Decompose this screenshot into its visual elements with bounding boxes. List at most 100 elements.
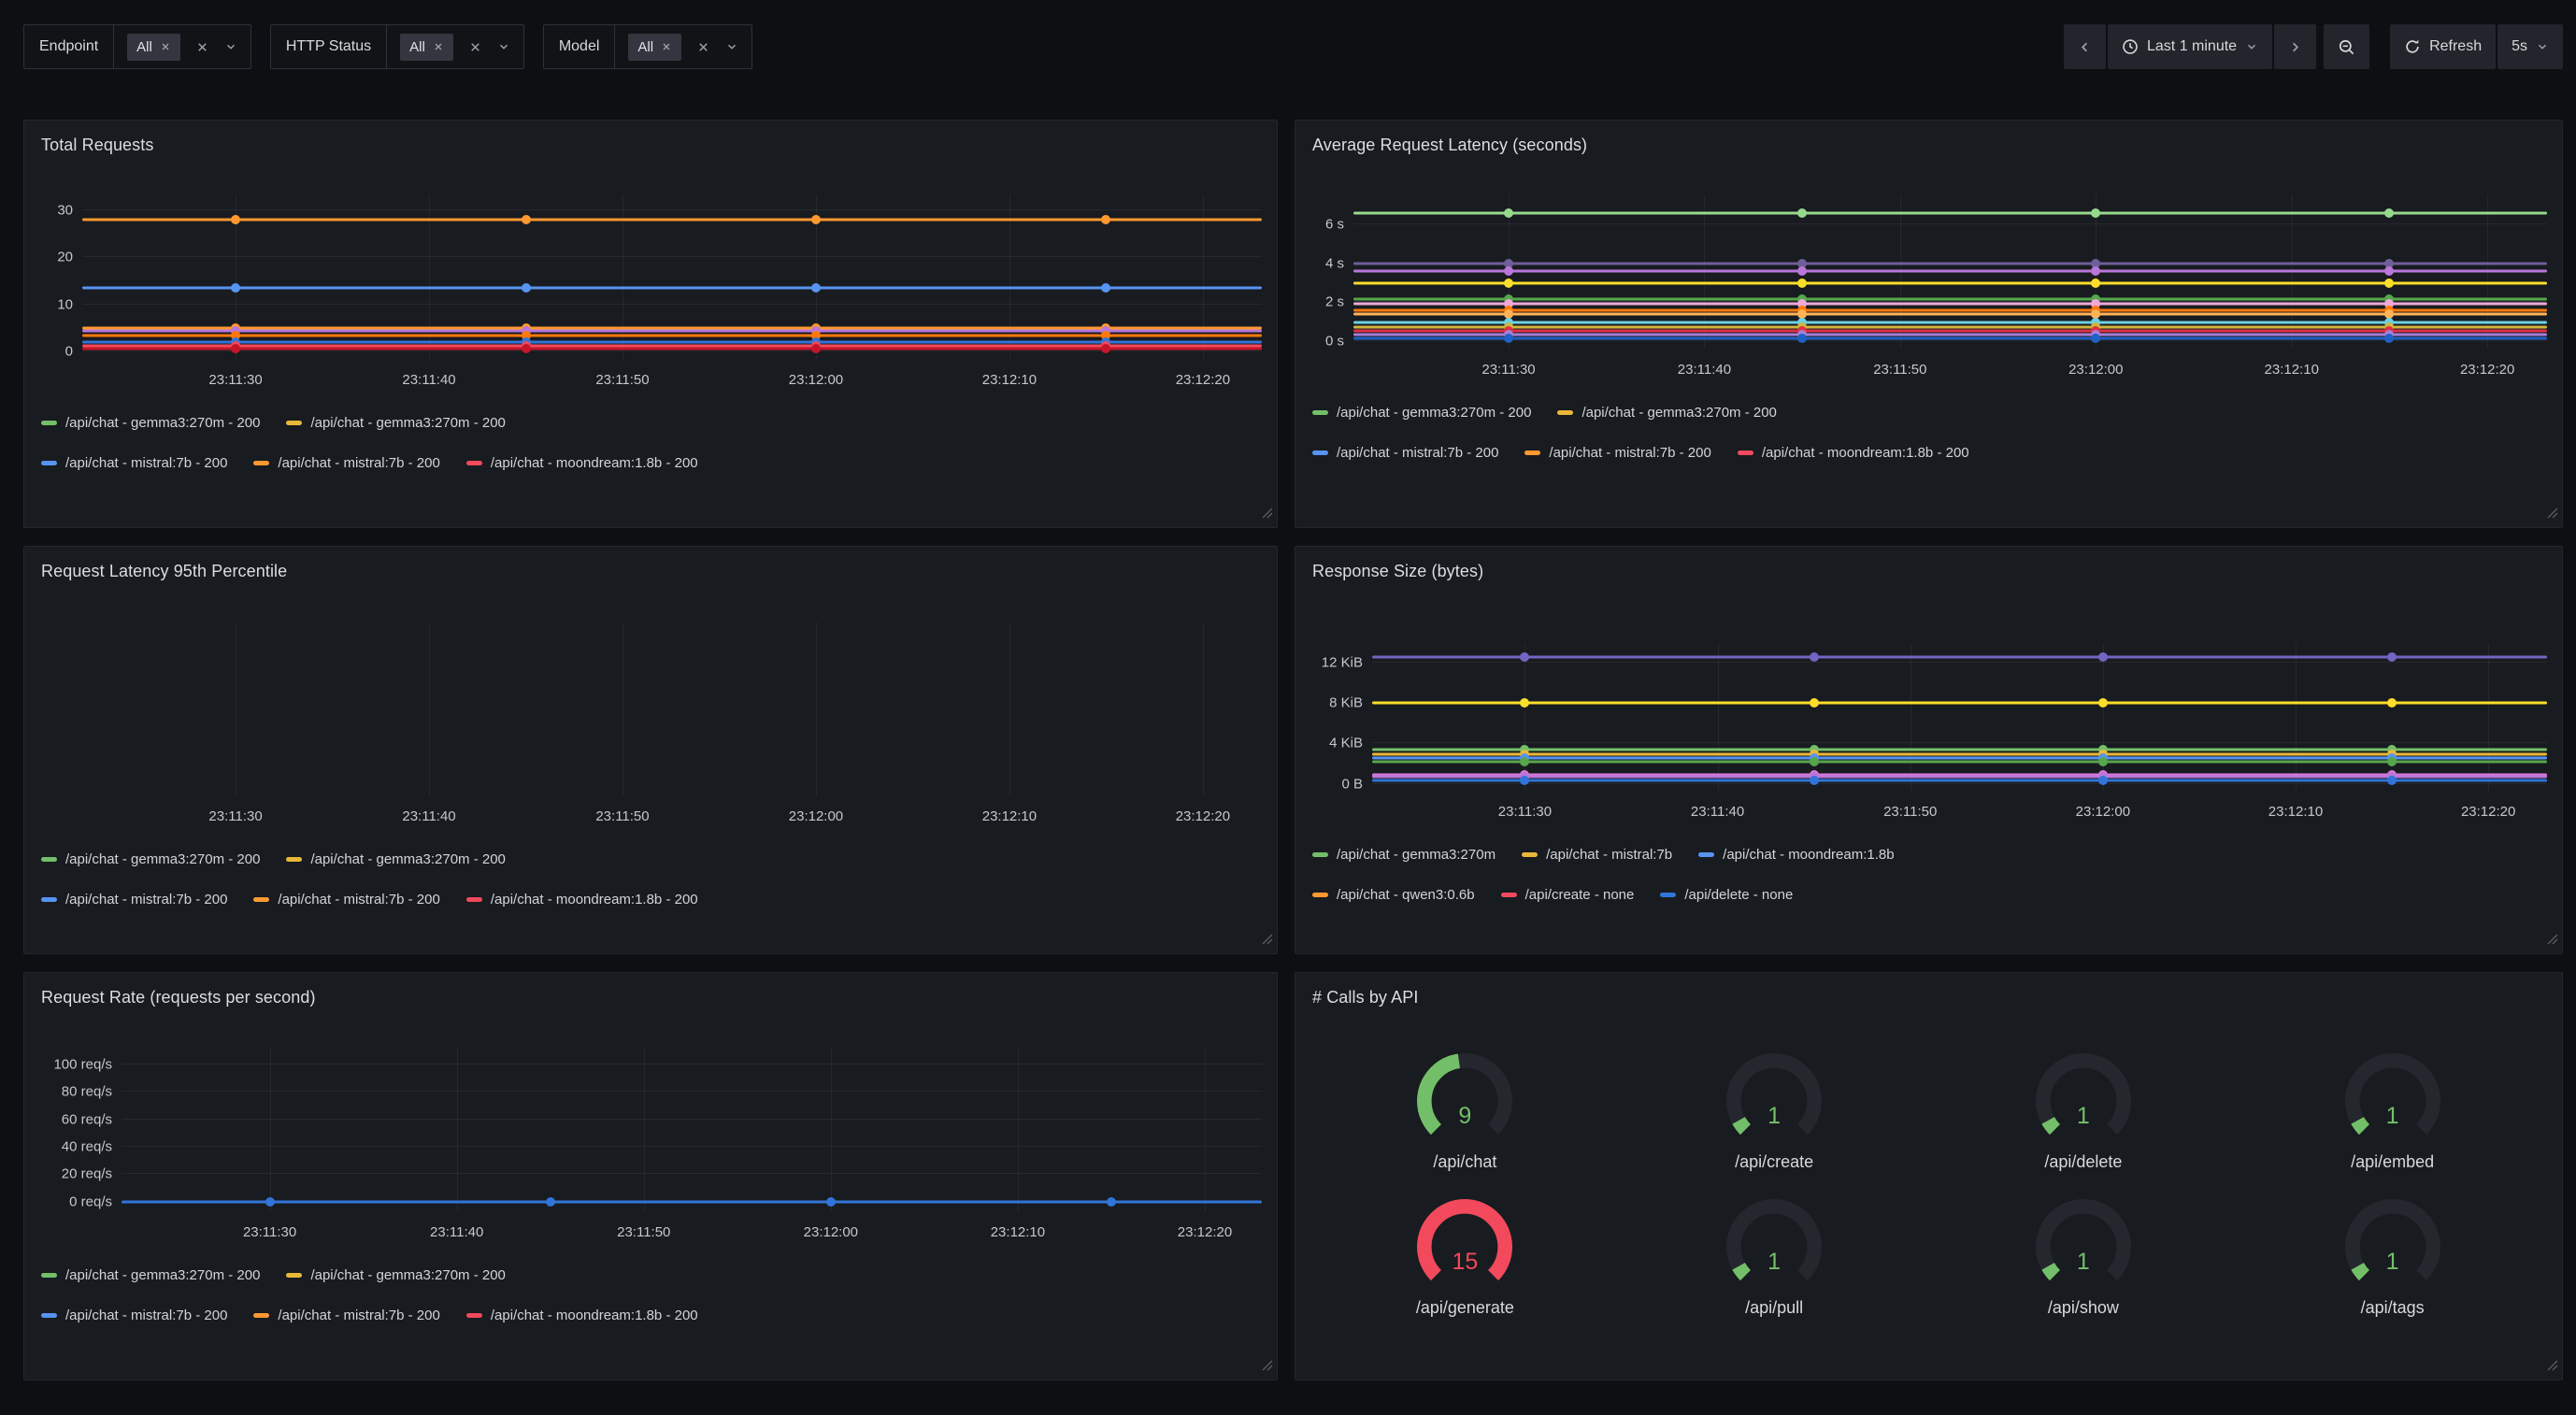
x-tick-label: 23:12:10 (2265, 362, 2319, 378)
legend-item[interactable]: /api/chat - moondream:1.8b - 200 (1738, 445, 1969, 461)
refresh-button[interactable]: Refresh (2390, 24, 2496, 69)
legend-item[interactable]: /api/chat - mistral:7b - 200 (1312, 445, 1498, 461)
legend-item[interactable]: /api/chat - gemma3:270m - 200 (41, 415, 260, 431)
panel-avg-request-latency: Average Request Latency (seconds) 0 s2 s… (1295, 120, 2563, 528)
legend-label: /api/chat - gemma3:270m - 200 (65, 1267, 260, 1283)
gauge-value: 1 (2337, 1249, 2449, 1276)
timeseries-chart[interactable]: 23:11:3023:11:4023:11:5023:12:0023:12:10… (39, 622, 1262, 829)
legend-item[interactable]: /api/chat - gemma3:270m (1312, 847, 1496, 863)
data-point (2091, 208, 2100, 218)
legend-item[interactable]: /api/chat - gemma3:270m - 200 (41, 1267, 260, 1283)
filter-endpoint-value[interactable]: All (114, 25, 250, 68)
time-range-picker[interactable]: Last 1 minute (2108, 24, 2272, 69)
legend-item[interactable]: /api/chat - mistral:7b (1522, 847, 1672, 863)
chip-remove-icon[interactable] (160, 41, 171, 52)
panel-resize-handle[interactable] (1262, 507, 1273, 523)
filter-model-value[interactable]: All (615, 25, 751, 68)
legend-item[interactable]: /api/chat - gemma3:270m - 200 (286, 415, 505, 431)
panel-resize-handle[interactable] (1262, 1359, 1273, 1376)
gauge[interactable]: 1/api/show (1929, 1196, 2239, 1318)
chip-remove-icon[interactable] (433, 41, 444, 52)
legend-item[interactable]: /api/chat - moondream:1.8b - 200 (466, 892, 698, 908)
legend-item[interactable]: /api/chat - gemma3:270m - 200 (286, 1267, 505, 1283)
gridline-horizontal (1372, 662, 2547, 663)
gauge[interactable]: 1/api/pull (1620, 1196, 1929, 1318)
legend-item[interactable]: /api/chat - gemma3:270m - 200 (41, 851, 260, 867)
legend-label: /api/chat - moondream:1.8b - 200 (491, 1308, 698, 1323)
clear-filter-icon[interactable] (696, 40, 710, 54)
gauge[interactable]: 1/api/create (1620, 1051, 1929, 1172)
legend-item[interactable]: /api/chat - qwen3:0.6b (1312, 887, 1475, 903)
legend-item[interactable]: /api/chat - mistral:7b - 200 (253, 892, 439, 908)
filter-http-status-chip[interactable]: All (400, 34, 453, 61)
gauge-grid: 9/api/chat1/api/create1/api/delete1/api/… (1310, 1051, 2547, 1318)
legend-item[interactable]: /api/chat - moondream:1.8b (1698, 847, 1894, 863)
legend-item[interactable]: /api/chat - mistral:7b - 200 (41, 1308, 227, 1323)
plot-area[interactable] (1353, 194, 2547, 349)
series-line (1353, 321, 2547, 323)
filter-http-status-value[interactable]: All (387, 25, 523, 68)
clear-filter-icon[interactable] (195, 40, 209, 54)
time-shift-forward-button[interactable] (2274, 24, 2316, 69)
panel-calls-by-api: # Calls by API 9/api/chat1/api/create1/a… (1295, 972, 2563, 1380)
timeseries-chart[interactable]: 0 s2 s4 s6 s23:11:3023:11:4023:11:5023:1… (1310, 194, 2547, 382)
y-axis: 0 s2 s4 s6 s (1310, 194, 1353, 349)
legend-item[interactable]: /api/chat - gemma3:270m - 200 (1557, 405, 1776, 421)
zoom-out-button[interactable] (2324, 24, 2369, 69)
chevron-down-icon[interactable] (224, 40, 237, 53)
dashboard-toolbar: Endpoint All HTTP Status All (0, 0, 2576, 69)
legend-swatch (41, 1313, 57, 1318)
series-line (82, 287, 1262, 290)
legend-item[interactable]: /api/chat - gemma3:270m - 200 (1312, 405, 1531, 421)
plot-area[interactable] (82, 194, 1262, 359)
legend-item[interactable]: /api/chat - mistral:7b - 200 (41, 892, 227, 908)
data-point (1520, 776, 1529, 785)
plot-area[interactable] (122, 1047, 1262, 1211)
filter-endpoint-chip[interactable]: All (127, 34, 180, 61)
timeseries-chart[interactable]: 010203023:11:3023:11:4023:11:5023:12:002… (39, 194, 1262, 393)
data-point (1810, 698, 1819, 708)
legend-item[interactable]: /api/delete - none (1660, 887, 1793, 903)
time-shift-back-button[interactable] (2064, 24, 2106, 69)
legend-row: /api/chat - gemma3:270m - 200/api/chat -… (41, 1267, 1262, 1283)
gridline-horizontal (82, 350, 1262, 351)
refresh-interval-picker[interactable]: 5s (2497, 24, 2563, 69)
legend-item[interactable]: /api/chat - mistral:7b - 200 (41, 455, 227, 471)
x-tick-label: 23:12:10 (2268, 804, 2323, 820)
gauge-title: /api/pull (1745, 1298, 1803, 1318)
panel-resize-handle[interactable] (2547, 1359, 2558, 1376)
legend-item[interactable]: /api/chat - moondream:1.8b - 200 (466, 1308, 698, 1323)
legend-item[interactable]: /api/create - none (1501, 887, 1635, 903)
legend-row: /api/chat - mistral:7b - 200/api/chat - … (41, 892, 1262, 908)
clear-filter-icon[interactable] (468, 40, 482, 54)
clock-icon (2122, 38, 2139, 55)
legend-item[interactable]: /api/chat - mistral:7b - 200 (253, 455, 439, 471)
timeseries-chart[interactable]: 0 req/s20 req/s40 req/s60 req/s80 req/s1… (39, 1047, 1262, 1245)
gauge[interactable]: 1/api/tags (2238, 1196, 2547, 1318)
plot-area[interactable] (82, 622, 1262, 795)
series-line (1353, 325, 2547, 328)
refresh-icon (2404, 38, 2421, 55)
gauge[interactable]: 1/api/embed (2238, 1051, 2547, 1172)
gauge-title: /api/tags (2361, 1298, 2425, 1318)
legend-label: /api/chat - moondream:1.8b - 200 (1762, 445, 1969, 461)
filter-model-chip[interactable]: All (628, 34, 681, 61)
legend-item[interactable]: /api/chat - gemma3:270m - 200 (286, 851, 505, 867)
chevron-down-icon[interactable] (725, 40, 738, 53)
gauge[interactable]: 9/api/chat (1310, 1051, 1620, 1172)
panel-resize-handle[interactable] (2547, 507, 2558, 523)
gauge[interactable]: 15/api/generate (1310, 1196, 1620, 1318)
legend-item[interactable]: /api/chat - mistral:7b - 200 (1524, 445, 1710, 461)
legend-swatch (253, 897, 269, 902)
legend-item[interactable]: /api/chat - mistral:7b - 200 (253, 1308, 439, 1323)
chevron-down-icon[interactable] (497, 40, 510, 53)
data-point (2384, 266, 2394, 276)
panel-resize-handle[interactable] (1262, 933, 1273, 950)
chip-remove-icon[interactable] (661, 41, 672, 52)
data-point (2098, 776, 2108, 785)
gauge[interactable]: 1/api/delete (1929, 1051, 2239, 1172)
plot-area[interactable] (1372, 643, 2547, 791)
timeseries-chart[interactable]: 0 B4 KiB8 KiB12 KiB23:11:3023:11:4023:11… (1310, 643, 2547, 824)
panel-resize-handle[interactable] (2547, 933, 2558, 950)
legend-item[interactable]: /api/chat - moondream:1.8b - 200 (466, 455, 698, 471)
